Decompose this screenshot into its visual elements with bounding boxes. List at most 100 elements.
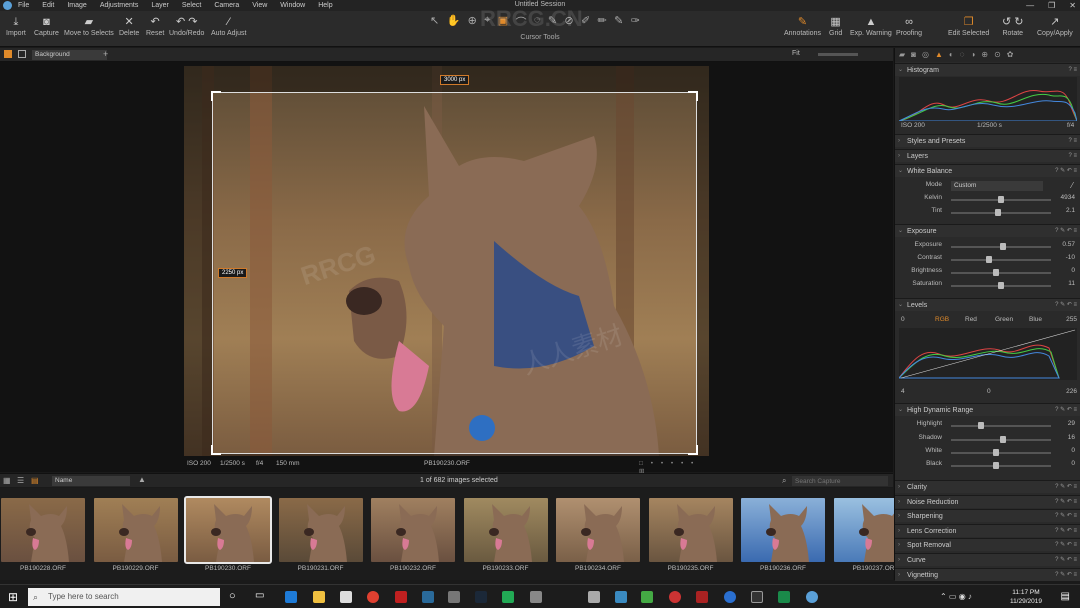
color-tab-icon[interactable]: ▲ [935, 48, 943, 62]
slider-black[interactable]: Black 0 [895, 460, 1080, 472]
pencil-tool-icon[interactable]: ✎ [614, 14, 623, 30]
panel-header-white-balance[interactable]: ⌄ White Balance? ✎ ↶ ≡ [895, 164, 1080, 177]
pen-tool-icon[interactable]: ✏ [598, 14, 607, 30]
zoom-tool-icon[interactable]: ⊕ [468, 14, 477, 30]
library-tab-icon[interactable]: ▰ [899, 48, 905, 62]
filmstrip-icon[interactable]: ▤ [31, 476, 39, 485]
eyedropper-icon[interactable]: ⁄ [1072, 181, 1073, 190]
menu-view[interactable]: View [252, 2, 267, 9]
slider-saturation[interactable]: Saturation 11 [895, 280, 1080, 292]
crop-handle[interactable] [211, 445, 221, 455]
app-icon[interactable] [641, 591, 653, 603]
capture-tab-icon[interactable]: ◙ [911, 48, 916, 62]
list-icon[interactable]: ☰ [17, 476, 24, 485]
crop-handle[interactable] [688, 91, 698, 101]
minimize-button[interactable]: — [1026, 1, 1034, 10]
maximize-button[interactable]: ❐ [1048, 1, 1055, 10]
menu-adjustments[interactable]: Adjustments [100, 2, 139, 9]
menu-layer[interactable]: Layer [151, 2, 169, 9]
keystone-tool-icon[interactable]: ◌ [534, 14, 541, 30]
adjust-tab-icon[interactable]: ◑ [971, 48, 976, 62]
panel-header-curve[interactable]: › Curve? ✎ ↶ ≡ [895, 553, 1080, 566]
delete-button[interactable]: ✕ Delete [119, 15, 139, 37]
auto-adjust-button[interactable]: ⁄ Auto Adjust [211, 15, 246, 37]
panel-header-exposure[interactable]: ⌄ Exposure? ✎ ↶ ≡ [895, 224, 1080, 237]
proofing-button[interactable]: ∞ Proofing [896, 15, 922, 37]
thumbnail[interactable] [1, 498, 85, 562]
capture-button[interactable]: ◙ Capture [34, 15, 59, 37]
sort-select[interactable]: Name [52, 476, 130, 486]
app-icon[interactable] [669, 591, 681, 603]
loupe-tool-icon[interactable]: ⌖ [484, 14, 490, 30]
slider-contrast[interactable]: Contrast -10 [895, 254, 1080, 266]
grid-button[interactable]: ▦ Grid [829, 15, 842, 37]
clock[interactable]: 11:17 PM 11/29/2019 [1010, 588, 1042, 606]
app-icon[interactable] [724, 591, 736, 603]
close-button[interactable]: ✕ [1069, 1, 1076, 10]
annotations-button[interactable]: ✎ Annotations [784, 15, 821, 37]
menu-file[interactable]: File [18, 2, 29, 9]
menu-window[interactable]: Window [280, 2, 305, 9]
exposure-tab-icon[interactable]: ◐ [949, 48, 954, 62]
menu-help[interactable]: Help [318, 2, 332, 9]
slider-shadow[interactable]: Shadow 16 [895, 434, 1080, 446]
slider-white[interactable]: White 0 [895, 447, 1080, 459]
slider-kelvin[interactable]: Kelvin 4934 [895, 194, 1080, 206]
lens-tab-icon[interactable]: ◎ [922, 48, 929, 62]
system-tray-icons[interactable]: ⌃ ▭ ◉ ♪ [940, 592, 972, 601]
notification-icon[interactable]: ▤ [1061, 591, 1070, 602]
app-icon[interactable] [448, 591, 460, 603]
taskbar-search-input[interactable]: Type here to search [28, 588, 220, 606]
panel-header-levels[interactable]: ⌄ Levels? ✎ ↶ ≡ [895, 298, 1080, 311]
panel-header-vignetting[interactable]: › Vignetting? ✎ ↶ ≡ [895, 567, 1080, 581]
chrome-icon[interactable] [367, 591, 379, 603]
panel-header-lens-correction[interactable]: › Lens Correction? ✎ ↶ ≡ [895, 523, 1080, 537]
browser-search-input[interactable] [792, 476, 888, 486]
slider-brightness[interactable]: Brightness 0 [895, 267, 1080, 279]
grid-view-icon[interactable] [4, 50, 12, 58]
app-icon[interactable] [530, 591, 542, 603]
panel-header-clarity[interactable]: › Clarity? ✎ ↶ ≡ [895, 480, 1080, 493]
batch-tab-icon[interactable]: ✿ [1007, 48, 1014, 62]
thumbnail[interactable] [463, 498, 548, 562]
slider-exposure[interactable]: Exposure 0.57 [895, 241, 1080, 253]
mask-tool-icon[interactable]: ✎ [548, 14, 557, 30]
app-icon[interactable] [778, 591, 790, 603]
app-icon[interactable] [615, 591, 627, 603]
crop-handle[interactable] [688, 445, 698, 455]
explorer-icon[interactable] [313, 591, 325, 603]
panel-header-noise-reduction[interactable]: › Noise Reduction? ✎ ↶ ≡ [895, 494, 1080, 508]
background-select[interactable]: Background [32, 50, 107, 60]
output-tab-icon[interactable]: ⊙ [994, 48, 1001, 62]
channel-green[interactable]: Green [995, 316, 1013, 323]
slider-tint[interactable]: Tint 2.1 [895, 207, 1080, 219]
reset-button[interactable]: ↶ Reset [146, 15, 164, 37]
spot-tool-icon[interactable]: ⊘ [564, 14, 573, 30]
single-view-icon[interactable] [18, 50, 26, 58]
straighten-tool-icon[interactable]: ⌒ [516, 14, 527, 30]
app-icon[interactable] [422, 591, 434, 603]
rotate-button[interactable]: ↺ ↻ Rotate [1002, 15, 1024, 37]
levels-mid[interactable]: 0 [987, 388, 991, 395]
wb-mode-select[interactable]: Custom [951, 181, 1043, 191]
app-icon[interactable] [751, 591, 763, 603]
menu-select[interactable]: Select [182, 2, 201, 9]
crop-tool-icon[interactable]: ▣ [498, 14, 508, 30]
capture-one-taskbar-icon[interactable] [806, 591, 818, 603]
add-icon[interactable]: + [103, 49, 108, 59]
brush-tool-icon[interactable]: ✐ [581, 14, 590, 30]
thumbnail[interactable] [184, 496, 272, 564]
select-tool-icon[interactable]: ↖ [430, 14, 439, 30]
store-icon[interactable] [340, 591, 352, 603]
app-icon[interactable] [696, 591, 708, 603]
panel-header-sharpening[interactable]: › Sharpening? ✎ ↶ ≡ [895, 509, 1080, 523]
panel-header-hdr[interactable]: ⌄ High Dynamic Range? ✎ ↶ ≡ [895, 403, 1080, 416]
thumbnail[interactable] [741, 498, 825, 562]
panel-header-spot-removal[interactable]: › Spot Removal? ✎ ↶ ≡ [895, 538, 1080, 552]
exp-warning-button[interactable]: ▲ Exp. Warning [850, 15, 892, 37]
panel-header-layers[interactable]: › Layers? ≡ [895, 149, 1080, 162]
zoom-slider[interactable] [818, 53, 858, 56]
app-icon[interactable] [502, 591, 514, 603]
menu-image[interactable]: Image [67, 2, 86, 9]
zoom-fit-label[interactable]: Fit [792, 50, 800, 57]
